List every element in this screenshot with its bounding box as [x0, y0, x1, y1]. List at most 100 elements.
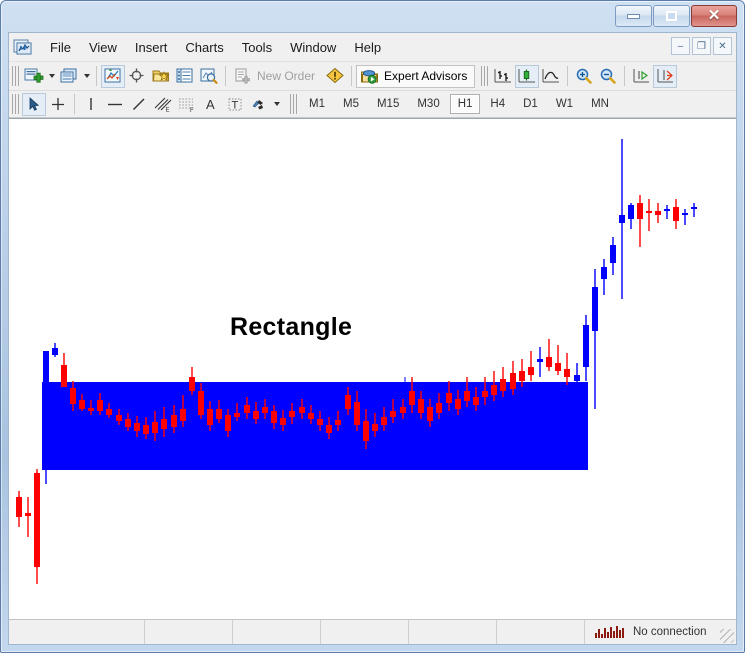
chart-background	[9, 119, 736, 617]
new-chart-dropdown[interactable]	[46, 65, 57, 88]
fibonacci-button[interactable]: F	[175, 93, 199, 116]
timeframe-h4[interactable]: H4	[482, 94, 513, 114]
terminal-button[interactable]	[173, 65, 197, 88]
timeframe-d1[interactable]: D1	[515, 94, 546, 114]
new-order-button[interactable]: New Order	[230, 65, 323, 88]
chart-area[interactable]: Rectangle	[9, 118, 736, 619]
svg-text:A: A	[206, 97, 215, 112]
timeframe-mn[interactable]: MN	[583, 94, 617, 114]
auto-scroll-button[interactable]	[629, 65, 653, 88]
window-close-button[interactable]: ✕	[691, 5, 737, 27]
toolbar-separator	[225, 66, 226, 86]
minimize-icon	[627, 13, 640, 19]
text-label-button[interactable]: T	[223, 93, 247, 116]
candlestick-chart-button[interactable]	[515, 64, 540, 88]
mdi-restore-button[interactable]: ❐	[692, 37, 711, 55]
menu-help[interactable]: Help	[345, 37, 390, 58]
chevron-down-icon	[273, 102, 280, 106]
menu-view[interactable]: View	[80, 37, 126, 58]
mdi-minimize-button[interactable]: –	[671, 37, 690, 55]
new-order-icon	[235, 68, 250, 84]
toolbar-separator	[74, 94, 75, 114]
window-controls: ✕	[615, 5, 737, 27]
horizontal-line-icon	[108, 103, 122, 105]
chevron-down-icon	[48, 74, 55, 78]
timeframe-m5[interactable]: M5	[335, 94, 367, 114]
chart-shift-button[interactable]	[653, 64, 678, 88]
timeframe-h1[interactable]: H1	[449, 94, 481, 114]
strategy-tester-button[interactable]	[197, 65, 221, 88]
timeframe-m1[interactable]: M1	[301, 94, 333, 114]
menu-file[interactable]: File	[41, 37, 80, 58]
price-chart[interactable]	[9, 119, 736, 617]
vertical-line-button[interactable]	[79, 93, 103, 116]
fibonacci-retracement-icon: F	[179, 98, 194, 113]
connection-status[interactable]: No connection	[585, 620, 736, 644]
arrow-cursor-icon	[29, 96, 40, 111]
navigator-button[interactable]	[149, 65, 173, 88]
alerts-button[interactable]	[323, 65, 347, 88]
status-cell-5	[409, 620, 497, 644]
status-cell-6	[497, 620, 585, 644]
text-a-icon: A	[206, 97, 215, 112]
title-bar: ✕	[0, 0, 745, 36]
cursor-button[interactable]	[22, 92, 46, 116]
menu-window[interactable]: Window	[281, 37, 345, 58]
maximize-icon	[666, 11, 677, 21]
alert-warning-icon	[326, 67, 344, 84]
menu-tools[interactable]: Tools	[233, 37, 281, 58]
toolbar-grip[interactable]	[290, 94, 297, 114]
main-toolbar: New Order Expert Advisors	[9, 62, 736, 91]
toolbar-grip[interactable]	[12, 94, 19, 114]
window-maximize-button[interactable]	[653, 5, 690, 27]
crosshair-button[interactable]	[125, 65, 149, 88]
toolbar-separator	[624, 66, 626, 86]
shapes-button[interactable]	[247, 93, 271, 116]
menu-insert[interactable]: Insert	[126, 37, 177, 58]
svg-text:E: E	[166, 107, 170, 113]
crosshair-tool-button[interactable]	[46, 93, 70, 116]
close-icon: ✕	[707, 7, 721, 24]
shapes-dropdown[interactable]	[271, 93, 282, 116]
mdi-window-controls: – ❐ ✕	[671, 37, 732, 55]
rectangle-object[interactable]	[42, 382, 588, 470]
timeframe-m30[interactable]: M30	[409, 94, 447, 114]
status-cell-1	[9, 620, 145, 644]
zoom-out-button[interactable]	[596, 65, 620, 88]
trendline-button[interactable]	[127, 93, 151, 116]
crosshair-icon	[52, 97, 64, 110]
equidistant-channel-button[interactable]: E	[151, 93, 175, 116]
timeframe-m15[interactable]: M15	[369, 94, 407, 114]
expert-advisors-button[interactable]: Expert Advisors	[356, 64, 476, 88]
metatrader-logo-icon	[13, 38, 33, 56]
toolbar-grip[interactable]	[12, 66, 19, 86]
bar-chart-button[interactable]	[491, 65, 515, 88]
text-label-icon: T	[228, 98, 242, 111]
new-order-label: New Order	[257, 69, 316, 83]
status-cell-2	[145, 620, 233, 644]
drawing-toolbar: E F A T M1 M5 M15 M30 H1 H4 D1 W1 MN	[9, 91, 736, 118]
timeframe-w1[interactable]: W1	[548, 94, 581, 114]
mdi-close-button[interactable]: ✕	[713, 37, 732, 55]
profiles-dropdown[interactable]	[81, 65, 92, 88]
new-chart-button[interactable]	[22, 65, 46, 88]
market-watch-button[interactable]	[101, 64, 125, 88]
text-button[interactable]: A	[199, 93, 223, 116]
line-chart-button[interactable]	[539, 65, 563, 88]
signal-bars-icon	[595, 626, 624, 638]
client-area: File View Insert Charts Tools Window Hel…	[8, 32, 737, 645]
toolbar-grip[interactable]	[481, 66, 489, 86]
toolbar-separator	[96, 66, 97, 86]
expert-advisors-icon	[361, 69, 379, 84]
expert-advisors-label: Expert Advisors	[384, 69, 468, 83]
equidistant-channel-icon: E	[154, 97, 172, 113]
toolbar-separator	[567, 66, 569, 86]
toolbar-separator	[351, 66, 353, 86]
rectangle-text-label: Rectangle	[230, 313, 353, 341]
resize-grip[interactable]	[720, 629, 734, 643]
profiles-button[interactable]	[57, 65, 81, 88]
horizontal-line-button[interactable]	[103, 93, 127, 116]
menu-charts[interactable]: Charts	[176, 37, 232, 58]
window-minimize-button[interactable]	[615, 5, 652, 27]
zoom-in-button[interactable]	[572, 65, 596, 88]
